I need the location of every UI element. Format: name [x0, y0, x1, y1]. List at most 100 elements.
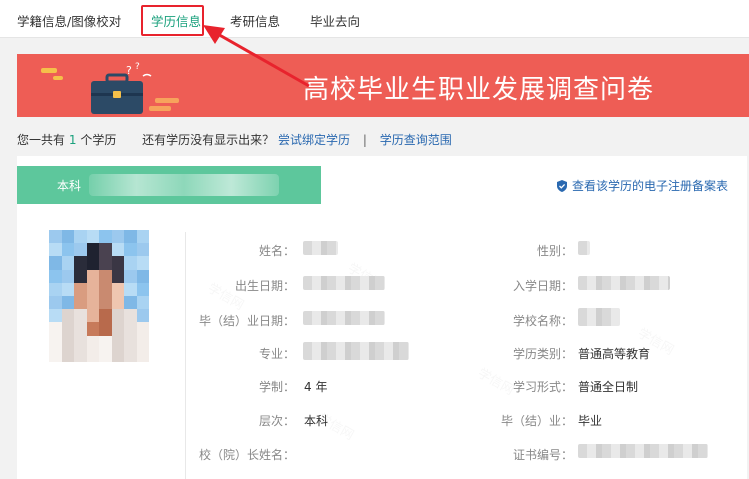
tab-graduation-destination[interactable]: 毕业去向 — [310, 11, 360, 30]
redacted-school-name-field — [578, 308, 620, 326]
banner-title: 高校毕业生职业发展调查问卷 — [303, 75, 655, 105]
photo-pixel — [74, 269, 87, 283]
photo-pixel — [136, 243, 149, 257]
photo-pixel — [136, 309, 149, 323]
photo-pixel — [99, 309, 112, 323]
photo-pixel — [86, 309, 99, 323]
enroll-date-label: 入学日期： — [512, 279, 573, 293]
photo-pixel — [49, 295, 62, 310]
photo-pixel — [111, 269, 124, 283]
level-value: 本科 — [304, 414, 329, 428]
red-arrow-icon — [203, 25, 310, 88]
register-link-text: 查看该学历的电子注册备案表 — [572, 179, 729, 193]
photo-pixel — [136, 295, 149, 310]
count-suffix: 个学历 — [80, 133, 117, 147]
school-name-label: 学校名称： — [512, 314, 573, 328]
photo-pixel — [136, 269, 149, 283]
president-label: 校（院）长姓名： — [198, 448, 295, 462]
register-form-link[interactable]: 查看该学历的电子注册备案表 — [557, 177, 728, 194]
photo-pixel — [124, 256, 137, 270]
photo-pixel — [49, 335, 62, 349]
category-label: 学历类别： — [512, 347, 573, 361]
photo-pixel — [49, 322, 62, 336]
redacted-birth-date — [303, 276, 385, 290]
photo-pixel — [61, 335, 74, 349]
photo-pixel — [74, 282, 87, 296]
redacted-gender — [578, 241, 590, 255]
photo-pixel — [61, 230, 74, 244]
photo-pixel — [111, 309, 124, 323]
photo-pixel — [61, 295, 74, 310]
survey-banner[interactable]: ? ? 高校毕业生职业发展调查问卷 — [17, 54, 749, 117]
photo-pixel — [61, 322, 74, 336]
photo-pixel — [86, 322, 99, 336]
category-value: 普通高等教育 — [578, 347, 651, 361]
redacted-certificate-number — [578, 444, 708, 458]
photo-pixel — [99, 269, 112, 283]
photo-pixel — [74, 243, 87, 257]
level-label: 层次： — [258, 414, 295, 428]
photo-pixel — [49, 348, 62, 362]
photo-pixel — [61, 269, 74, 283]
photo-pixel — [74, 295, 87, 310]
photo-pixel — [74, 348, 87, 362]
photo-pixel — [111, 348, 124, 362]
photo-pixel — [86, 256, 99, 270]
graduation-label: 毕（结）业： — [500, 414, 573, 428]
link-separator: | — [362, 133, 367, 147]
redacted-major — [303, 342, 409, 360]
redacted-name — [303, 241, 338, 255]
photo-pixel — [99, 282, 112, 296]
education-count: 1 — [68, 133, 77, 147]
photo-pixel — [61, 243, 74, 257]
photo-pixel — [61, 256, 74, 270]
photo-pixel — [61, 348, 74, 362]
top-nav: 学籍信息/图像校对 学历信息 考研信息 毕业去向 — [0, 0, 749, 38]
bind-education-link[interactable]: 尝试绑定学历 — [278, 133, 350, 147]
photo-pixel — [61, 309, 74, 323]
missing-question: 还有学历没有显示出来？ — [142, 133, 275, 147]
briefcase-illustration-icon: ? ? — [41, 62, 179, 114]
watermark: 学信网 — [475, 363, 518, 399]
photo-pixel — [99, 335, 112, 349]
photo-pixel — [111, 322, 124, 336]
graduation-value: 毕业 — [578, 414, 603, 428]
photo-pixel — [111, 282, 124, 296]
photo-pixel — [49, 230, 62, 244]
education-level-tab[interactable]: 本科 — [17, 166, 321, 204]
photo-pixel — [99, 243, 112, 257]
duration-label: 学制： — [258, 380, 295, 394]
photo-pixel — [124, 322, 137, 336]
photo-pixel — [99, 256, 112, 270]
photo-pixel — [136, 335, 149, 349]
name-label: 姓名： — [258, 244, 295, 258]
photo-pixel — [49, 269, 62, 283]
student-photo-redacted — [49, 230, 149, 362]
redacted-grad-date — [303, 311, 385, 325]
query-scope-link[interactable]: 学历查询范围 — [380, 133, 452, 147]
photo-pixel — [111, 335, 124, 349]
photo-divider — [185, 232, 186, 479]
level-tab-label: 本科 — [57, 179, 82, 193]
tab-student-status[interactable]: 学籍信息/图像校对 — [17, 11, 121, 30]
photo-pixel — [74, 322, 87, 336]
photo-pixel — [124, 295, 137, 310]
photo-pixel — [74, 230, 87, 244]
shield-check-icon — [557, 180, 567, 192]
major-label: 专业： — [258, 347, 295, 361]
photo-pixel — [86, 335, 99, 349]
photo-pixel — [86, 348, 99, 362]
photo-pixel — [136, 282, 149, 296]
photo-pixel — [111, 295, 124, 310]
photo-pixel — [124, 243, 137, 257]
photo-pixel — [49, 243, 62, 257]
redacted-school-name — [89, 174, 279, 196]
education-count-line: 您一共有 1 个学历 还有学历没有显示出来？ 尝试绑定学历 | 学历查询范围 — [17, 131, 452, 148]
photo-pixel — [136, 256, 149, 270]
photo-pixel — [74, 309, 87, 323]
photo-pixel — [124, 230, 137, 244]
photo-pixel — [86, 282, 99, 296]
photo-pixel — [86, 243, 99, 257]
redacted-enroll-date — [578, 276, 670, 290]
photo-pixel — [86, 269, 99, 283]
